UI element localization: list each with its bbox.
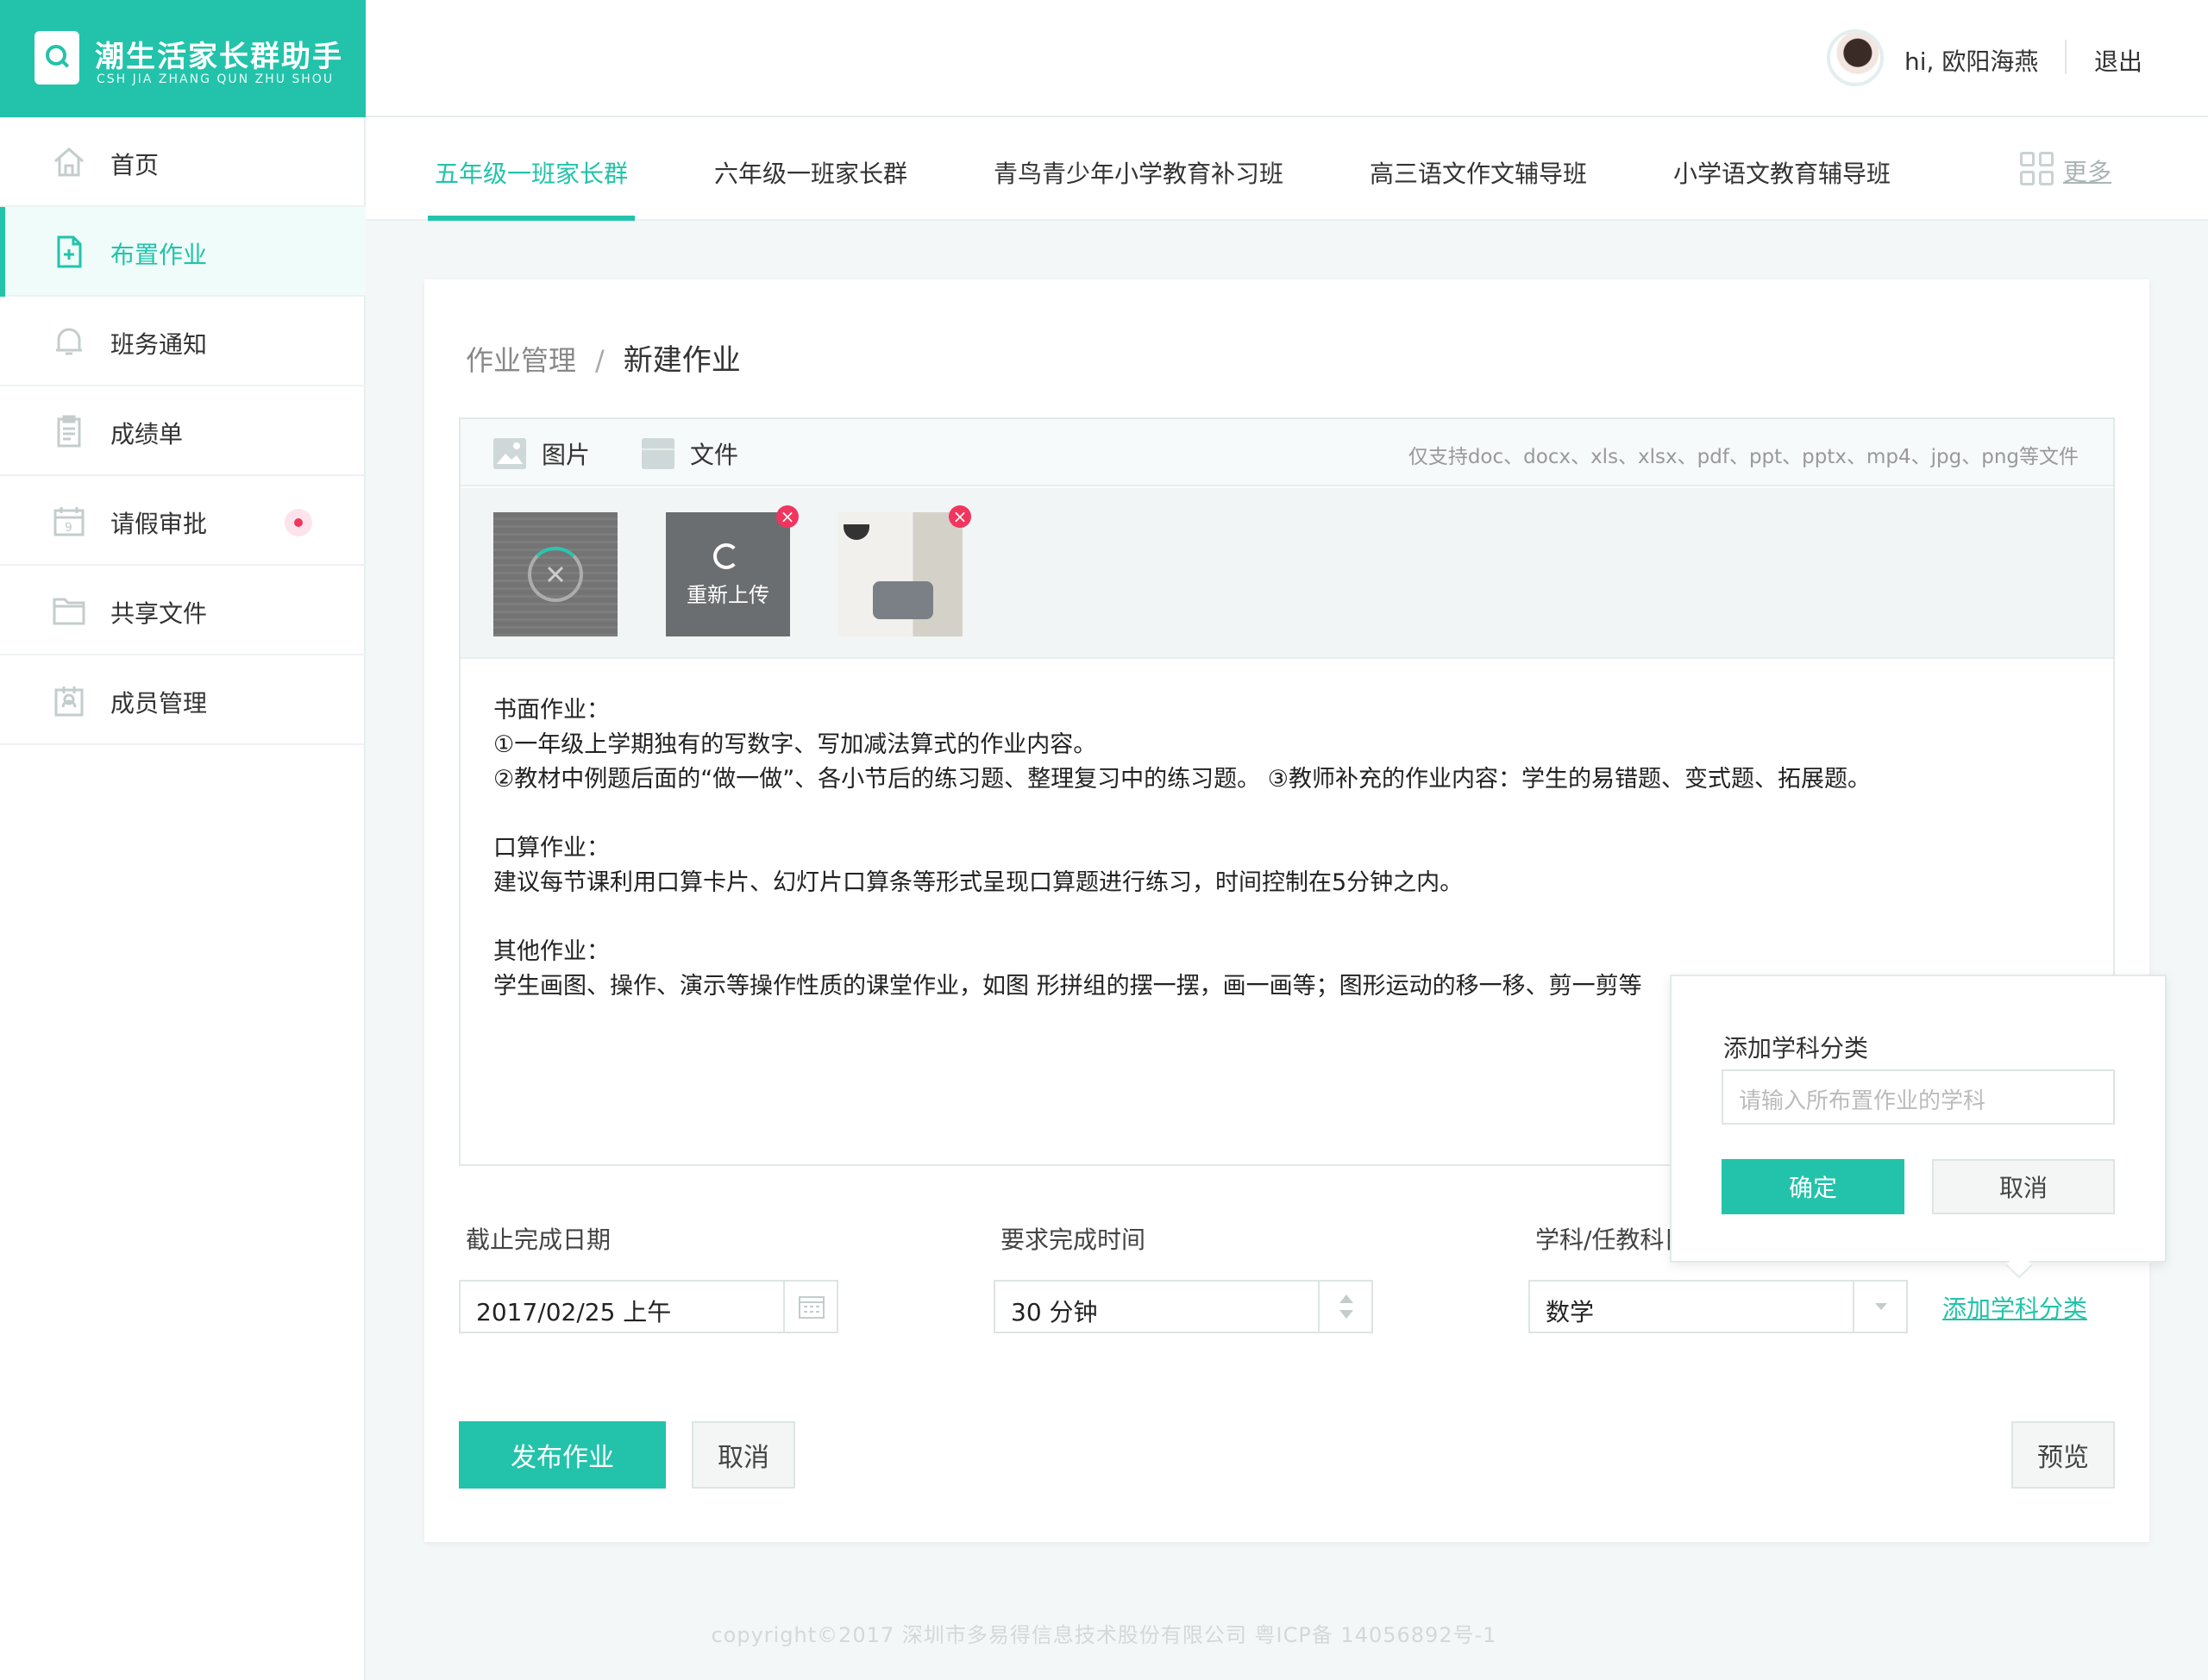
- homework-content[interactable]: 书面作业： ①一年级上学期独有的写数字、写加减法算式的作业内容。 ②教材中例题后…: [493, 693, 2098, 1004]
- sidebar-item-label: 成绩单: [110, 420, 184, 448]
- sidebar: 首页 布置作业 班务通知 成绩单 9 请假审批 共享文件 成员管理: [0, 117, 366, 1680]
- divider: [2065, 40, 2067, 74]
- logout-link[interactable]: 退出: [2094, 43, 2142, 78]
- content-line: [493, 900, 2098, 935]
- add-subject-popover: 添加学科分类 请输入所布置作业的学科 确定 取消: [1670, 975, 2167, 1263]
- duration-stepper[interactable]: 30 分钟: [994, 1280, 1373, 1333]
- attachment-image[interactable]: ×: [838, 505, 971, 636]
- sidebar-item-label: 布置作业: [110, 241, 208, 269]
- brand-logo-icon: [34, 31, 79, 85]
- footer-copyright: copyright©2017 深圳市多易得信息技术股份有限公司 粤ICP备 14…: [711, 1623, 1497, 1647]
- grid-icon: [2020, 152, 2054, 186]
- brand[interactable]: 潮生活家长群助手 CSH JIA ZHANG QUN ZHU SHOU: [0, 0, 366, 117]
- attachment-uploading[interactable]: [493, 512, 618, 636]
- calendar-icon: 9: [53, 507, 85, 536]
- user-greeting: hi, 欧阳海燕: [1904, 47, 2039, 76]
- due-date-value: 2017/02/25 上午: [476, 1298, 672, 1326]
- page-title: 新建作业: [623, 343, 741, 378]
- subject-value: 数学: [1546, 1298, 1595, 1326]
- sidebar-item-label: 请假审批: [110, 510, 208, 538]
- add-subject-link[interactable]: 添加学科分类: [1942, 1290, 2087, 1325]
- preview-button[interactable]: 预览: [2011, 1421, 2115, 1489]
- subject-input[interactable]: 请输入所布置作业的学科: [1722, 1069, 2115, 1125]
- popover-cancel-button[interactable]: 取消: [1932, 1159, 2115, 1214]
- subject-dropdown-button[interactable]: [1853, 1282, 1906, 1332]
- tab-grade5-class1[interactable]: 五年级一班家长群: [435, 155, 628, 190]
- report-icon: [57, 415, 81, 448]
- bell-icon: [56, 328, 82, 355]
- content-line: ①一年级上学期独有的写数字、写加减法算式的作业内容。: [493, 731, 1097, 758]
- add-document-icon: [57, 235, 82, 268]
- subject-select[interactable]: 数学: [1528, 1280, 1908, 1333]
- sidebar-item-label: 班务通知: [110, 330, 208, 359]
- content-line: ②教材中例题后面的“做一做”、各小节后的练习题、整理复习中的练习题。 ③教师补充…: [493, 766, 1871, 793]
- popover-title: 添加学科分类: [1723, 1034, 1869, 1063]
- image-label: 图片: [542, 441, 591, 469]
- sidebar-item-home[interactable]: 首页: [0, 117, 366, 207]
- cancel-upload-icon[interactable]: [530, 549, 581, 600]
- remove-attachment-icon[interactable]: ×: [949, 505, 971, 528]
- sidebar-item-shared-files[interactable]: 共享文件: [0, 566, 366, 655]
- content-line: 书面作业：: [493, 697, 610, 724]
- stepper-buttons[interactable]: [1318, 1282, 1371, 1332]
- content-line: 口算作业：: [493, 835, 610, 862]
- breadcrumb: 作业管理 / 新建作业: [466, 336, 741, 379]
- due-date-field[interactable]: 2017/02/25 上午: [459, 1280, 838, 1333]
- publish-button[interactable]: 发布作业: [459, 1421, 666, 1489]
- folder-icon: [642, 438, 674, 469]
- more-label: 更多: [2063, 158, 2112, 186]
- sidebar-item-leave-approval[interactable]: 9 请假审批: [0, 476, 366, 566]
- breadcrumb-parent[interactable]: 作业管理: [466, 344, 576, 377]
- tab-primary-chinese[interactable]: 小学语文教育辅导班: [1673, 155, 1891, 190]
- sidebar-item-label: 成员管理: [110, 689, 208, 718]
- sidebar-item-assign-homework[interactable]: 布置作业: [0, 207, 366, 297]
- svg-text:9: 9: [65, 521, 72, 535]
- sidebar-item-report[interactable]: 成绩单: [0, 386, 366, 476]
- brand-subtitle: CSH JIA ZHANG QUN ZHU SHOU: [97, 72, 335, 86]
- reupload-label[interactable]: 重新上传: [666, 578, 790, 608]
- calendar-icon: [799, 1296, 825, 1319]
- sidebar-item-members[interactable]: 成员管理: [0, 655, 366, 745]
- sidebar-item-label: 共享文件: [110, 599, 208, 628]
- notification-badge: [285, 509, 312, 536]
- editor-toolbar: 图片 文件 仅支持doc、docx、xls、xlsx、pdf、ppt、pptx、…: [461, 419, 2113, 486]
- supported-formats-note: 仅支持doc、docx、xls、xlsx、pdf、ppt、pptx、mp4、jp…: [1408, 446, 2079, 468]
- active-tab-indicator: [428, 216, 635, 221]
- stepper-arrows-icon: [1339, 1294, 1353, 1319]
- folder-icon: [53, 598, 85, 625]
- remove-attachment-icon[interactable]: ×: [776, 505, 799, 528]
- file-label: 文件: [690, 441, 739, 469]
- cancel-button[interactable]: 取消: [692, 1421, 795, 1489]
- top-bar: 潮生活家长群助手 CSH JIA ZHANG QUN ZHU SHOU hi, …: [0, 0, 2208, 117]
- attachment-failed[interactable]: 重新上传 ×: [666, 505, 799, 636]
- tab-qingniao-class[interactable]: 青鸟青少年小学教育补习班: [994, 155, 1283, 190]
- home-icon: [54, 147, 84, 177]
- sidebar-item-notice[interactable]: 班务通知: [0, 297, 366, 386]
- tab-senior-writing[interactable]: 高三语文作文辅导班: [1370, 155, 1587, 190]
- content-line: 建议每节课利用口算卡片、幻灯片口算条等形式呈现口算题进行练习，时间控制在5分钟之…: [493, 869, 1464, 896]
- due-date-label: 截止完成日期: [466, 1226, 612, 1254]
- content-line: [493, 797, 2098, 831]
- duration-label: 要求完成时间: [1000, 1226, 1146, 1254]
- breadcrumb-separator: /: [595, 344, 605, 377]
- popover-confirm-button[interactable]: 确定: [1722, 1159, 1904, 1214]
- content-line: 其他作业：: [493, 938, 610, 965]
- subject-label: 学科/任教科目: [1535, 1226, 1689, 1254]
- insert-image-button[interactable]: 图片: [493, 436, 590, 471]
- calendar-button[interactable]: [783, 1282, 837, 1332]
- members-icon: [54, 686, 84, 717]
- group-tabs: [366, 117, 2208, 221]
- attachments: 重新上传 × ×: [461, 488, 2113, 659]
- chevron-down-icon: [1875, 1303, 1887, 1310]
- brand-title: 潮生活家长群助手: [95, 40, 343, 74]
- tab-grade6-class1[interactable]: 六年级一班家长群: [714, 155, 907, 190]
- insert-file-button[interactable]: 文件: [642, 436, 738, 471]
- duration-value: 30 分钟: [1011, 1298, 1098, 1326]
- avatar[interactable]: [1827, 29, 1884, 86]
- refresh-icon: [713, 543, 739, 569]
- image-icon: [493, 438, 526, 469]
- sidebar-item-label: 首页: [110, 151, 160, 179]
